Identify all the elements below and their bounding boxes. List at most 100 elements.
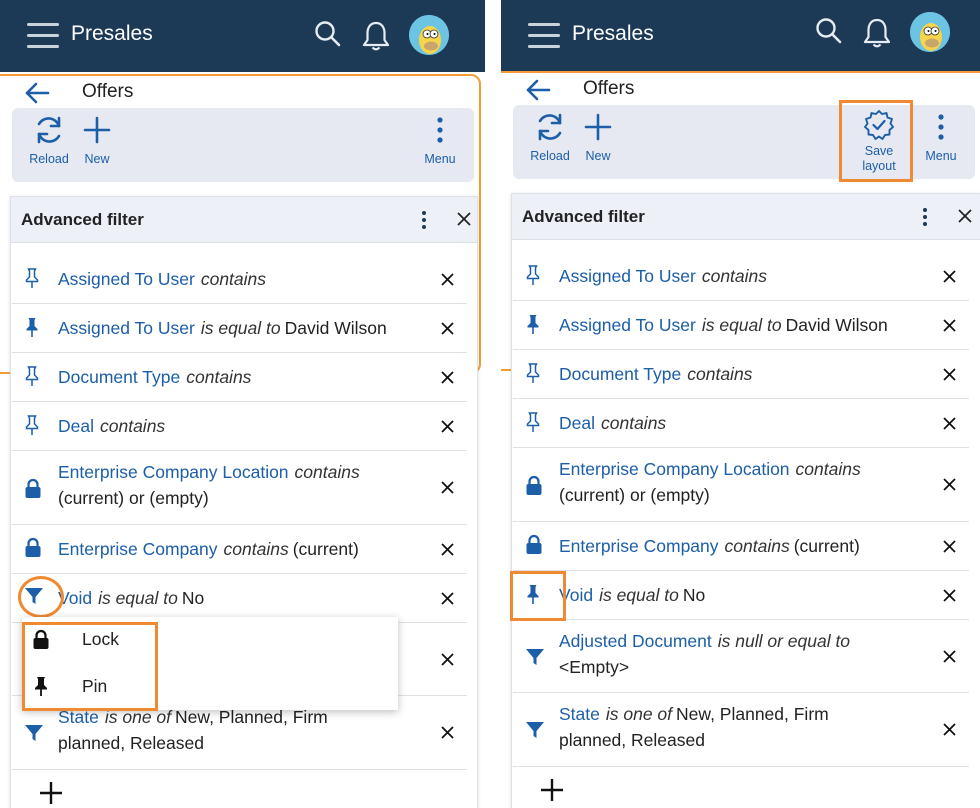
search-icon[interactable] xyxy=(815,17,843,45)
filter-field[interactable]: Assigned To User xyxy=(559,266,696,286)
filter-row[interactable]: Document Type contains xyxy=(12,353,467,402)
hamburger-menu-icon[interactable] xyxy=(528,23,560,49)
add-filter-icon[interactable] xyxy=(539,777,565,803)
filter-icon[interactable] xyxy=(24,723,44,748)
pin-solid-icon[interactable] xyxy=(525,313,541,340)
filter-value: (current) xyxy=(793,536,860,556)
filter-value-continued: (current) or (empty) xyxy=(559,485,710,505)
remove-filter-icon[interactable] xyxy=(440,591,455,611)
filter-row[interactable]: Assigned To User contains xyxy=(513,252,969,301)
lock-icon[interactable] xyxy=(525,534,543,561)
lock-icon[interactable] xyxy=(525,475,543,502)
filter-condition: Void is equal to No xyxy=(58,585,423,611)
filter-row[interactable]: Adjusted Document is null or equal to <Emp… xyxy=(513,620,969,693)
remove-filter-icon[interactable] xyxy=(942,367,957,387)
filter-row[interactable]: Assigned To User is equal to David Wilson xyxy=(12,304,467,353)
close-icon[interactable] xyxy=(456,211,472,227)
filter-field[interactable]: Document Type xyxy=(559,364,681,384)
menu-button[interactable]: Menu xyxy=(921,111,961,163)
filter-field[interactable]: Deal xyxy=(559,413,595,433)
filter-field[interactable]: Assigned To User xyxy=(559,315,696,335)
remove-filter-icon[interactable] xyxy=(440,419,455,439)
filter-row[interactable]: Void is equal to No xyxy=(12,574,467,623)
pin-solid-icon[interactable] xyxy=(24,316,40,343)
pin-outline-icon[interactable] xyxy=(24,365,40,392)
filter-row[interactable]: Deal contains xyxy=(513,399,969,448)
remove-filter-icon[interactable] xyxy=(440,542,455,562)
filter-row[interactable]: State is one of New, Planned, Firm planned,… xyxy=(513,693,969,767)
remove-filter-icon[interactable] xyxy=(440,272,455,292)
filter-row[interactable]: Assigned To User is equal to David Wilson xyxy=(513,301,969,350)
filter-row[interactable]: Enterprise Company contains (current) xyxy=(513,522,969,571)
bell-icon[interactable] xyxy=(862,17,892,49)
filter-icon[interactable] xyxy=(525,720,545,745)
lock-icon[interactable] xyxy=(24,478,42,505)
filter-options-icon[interactable] xyxy=(422,211,426,232)
filter-field[interactable]: Enterprise Company Location xyxy=(58,462,289,482)
remove-filter-icon[interactable] xyxy=(942,416,957,436)
advanced-filter-title: Advanced filter xyxy=(21,210,144,229)
avatar[interactable] xyxy=(409,15,449,55)
filter-condition: Deal contains xyxy=(58,413,423,439)
filter-condition: Void is equal to No xyxy=(559,582,925,608)
filter-row[interactable]: Deal contains xyxy=(12,402,467,451)
pin-outline-icon[interactable] xyxy=(24,414,40,441)
pin-outline-icon[interactable] xyxy=(525,411,541,438)
remove-filter-icon[interactable] xyxy=(942,539,957,559)
filter-row[interactable]: Void is equal to No xyxy=(513,571,969,620)
remove-filter-icon[interactable] xyxy=(440,321,455,341)
filter-row[interactable]: Document Type contains xyxy=(513,350,969,399)
bell-icon[interactable] xyxy=(361,20,391,52)
remove-filter-icon[interactable] xyxy=(440,652,455,672)
filter-operator: is equal to xyxy=(200,318,281,338)
remove-filter-icon[interactable] xyxy=(942,722,957,742)
remove-filter-icon[interactable] xyxy=(440,480,455,500)
left-screenshot-panel: Presales Offers Reload New Menu Advanced… xyxy=(0,0,485,808)
close-icon[interactable] xyxy=(957,208,973,224)
remove-filter-icon[interactable] xyxy=(440,370,455,390)
reload-button[interactable]: Reload xyxy=(529,111,571,163)
lock-icon[interactable] xyxy=(24,537,42,564)
reload-button[interactable]: Reload xyxy=(28,114,70,166)
avatar[interactable] xyxy=(910,12,950,52)
filter-field[interactable]: Document Type xyxy=(58,367,180,387)
filter-field[interactable]: State xyxy=(559,704,600,724)
remove-filter-icon[interactable] xyxy=(942,588,957,608)
new-button[interactable]: New xyxy=(80,114,114,166)
filter-field[interactable]: Enterprise Company Location xyxy=(559,459,790,479)
filter-field[interactable]: Deal xyxy=(58,416,94,436)
add-filter-icon[interactable] xyxy=(38,780,64,806)
menu-button[interactable]: Menu xyxy=(420,114,460,166)
filter-row[interactable]: Enterprise Company Location contains (curr… xyxy=(513,448,969,522)
page-title: Offers xyxy=(583,78,635,99)
filter-row[interactable]: Enterprise Company Location contains (curr… xyxy=(12,451,467,525)
filter-field[interactable]: Adjusted Document xyxy=(559,631,712,651)
back-arrow-icon[interactable] xyxy=(24,82,50,104)
kebab-menu-icon xyxy=(437,117,443,143)
filter-field[interactable]: Enterprise Company xyxy=(58,539,218,559)
back-arrow-icon[interactable] xyxy=(525,79,551,101)
highlight-circle xyxy=(18,576,64,618)
new-button[interactable]: New xyxy=(581,111,615,163)
filter-row[interactable]: Enterprise Company contains (current) xyxy=(12,525,467,574)
filter-field[interactable]: Assigned To User xyxy=(58,269,195,289)
pin-outline-icon[interactable] xyxy=(24,267,40,294)
remove-filter-icon[interactable] xyxy=(942,269,957,289)
filter-icon[interactable] xyxy=(525,647,545,672)
filter-options-icon[interactable] xyxy=(923,208,927,229)
pin-outline-icon[interactable] xyxy=(525,362,541,389)
filter-field[interactable]: Enterprise Company xyxy=(559,536,719,556)
hamburger-menu-icon[interactable] xyxy=(27,23,59,49)
remove-filter-icon[interactable] xyxy=(942,318,957,338)
filter-row[interactable]: Assigned To User contains xyxy=(12,255,467,304)
search-icon[interactable] xyxy=(314,20,342,48)
remove-filter-icon[interactable] xyxy=(942,649,957,669)
filter-condition: Assigned To User is equal to David Wilson xyxy=(559,312,925,338)
remove-filter-icon[interactable] xyxy=(942,477,957,497)
remove-filter-icon[interactable] xyxy=(440,725,455,745)
filter-condition: Enterprise Company contains (current) xyxy=(58,536,423,562)
filter-field[interactable]: Assigned To User xyxy=(58,318,195,338)
filter-condition: Enterprise Company Location contains (curr… xyxy=(58,459,423,511)
pin-outline-icon[interactable] xyxy=(525,264,541,291)
menu-label: Menu xyxy=(424,152,456,166)
